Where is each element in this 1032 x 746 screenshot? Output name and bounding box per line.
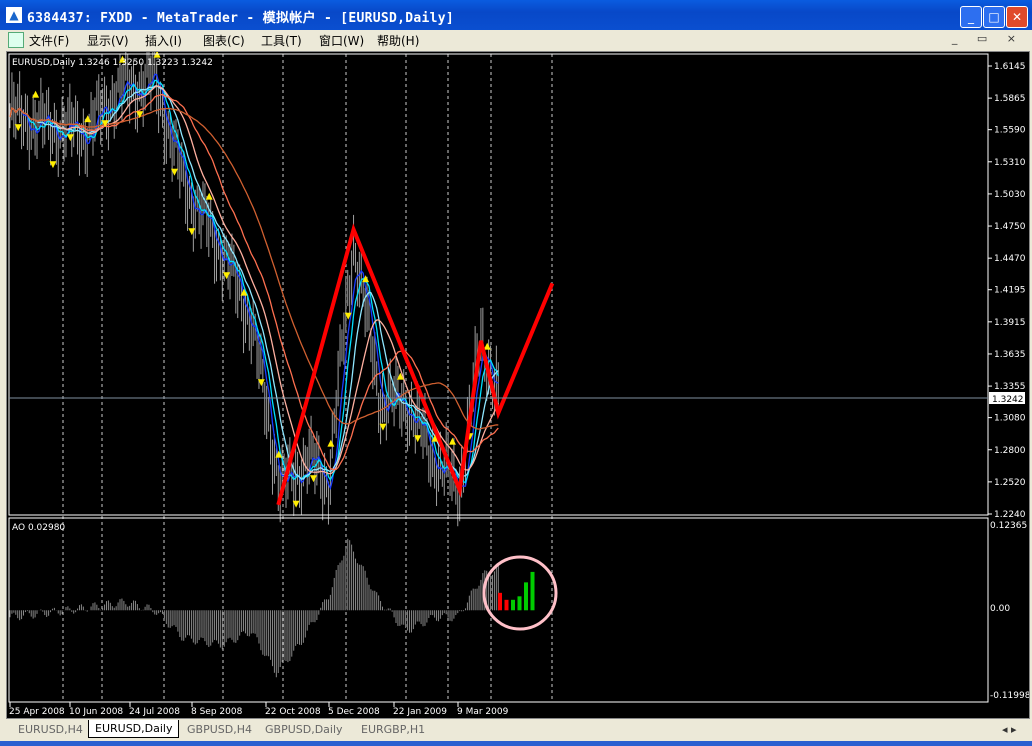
maximize-button[interactable]: □ <box>983 6 1005 28</box>
fractal-arrow-icon: ▼ <box>258 378 265 388</box>
price-tick-label: 1.2520 <box>994 478 1026 488</box>
fractal-arrow-icon: ▲ <box>275 449 282 459</box>
mdi-window-controls[interactable]: _ ▭ × <box>952 32 1024 45</box>
price-tick-label: 1.5865 <box>994 94 1026 104</box>
price-tick-label: 1.2800 <box>994 446 1026 456</box>
price-tick-label: 1.3635 <box>994 350 1026 360</box>
chart-window[interactable]: ▼ ▲ ▼ ▼ ▲ ▼ ▲ ▼ ▲ ▼ ▼ ▲ ▼ ▲ ▼ ▲ ▼ ▼ ▲ ▼ ▲ ▼ ▲ ▼ ▲ ▲ ▼ ▲ EURUSD,Dail… <box>6 42 1031 719</box>
ao-header: AO 0.02980 <box>12 523 65 533</box>
fractal-arrow-icon: ▲ <box>449 436 456 446</box>
ao-tick-label: -0.11998 <box>990 691 1029 701</box>
zigzag-line <box>276 223 555 506</box>
date-tick-label: 9 Mar 2009 <box>457 707 509 717</box>
fractal-arrow-icon: ▼ <box>223 271 230 281</box>
fractal-arrow-icon: ▲ <box>327 439 334 449</box>
chart-header: EURUSD,Daily 1.3246 1.3250 1.3223 1.3242 <box>12 58 213 68</box>
date-tick-label: 10 Jun 2008 <box>69 707 123 717</box>
menu-help[interactable]: 帮助(H) <box>377 32 419 49</box>
price-tick-label: 1.4195 <box>994 286 1026 296</box>
date-tick-label: 24 Jul 2008 <box>129 707 180 717</box>
fractal-arrow-icon: ▼ <box>310 474 317 484</box>
moving-average-line <box>9 106 499 430</box>
price-tick-label: 1.3915 <box>994 318 1026 328</box>
menu-file[interactable]: 文件(F) <box>29 32 69 49</box>
price-tick-label: 1.2240 <box>994 510 1026 520</box>
tab-gbpusd-daily[interactable]: GBPUSD,Daily <box>259 721 349 738</box>
menu-charts[interactable]: 图表(C) <box>203 32 245 49</box>
ao-highlight-bar <box>517 596 522 611</box>
fractal-arrow-icon: ▼ <box>171 167 178 177</box>
price-tick-label: 1.4470 <box>994 254 1026 264</box>
ao-tick-label: 0.00 <box>990 604 1010 614</box>
fractal-arrow-icon: ▼ <box>345 312 352 322</box>
title-bar: ▲ 6384437: FXDD - MetaTrader - 模拟帐户 - [E… <box>0 0 1032 30</box>
fractal-arrow-icon: ▼ <box>379 422 386 432</box>
date-tick-label: 22 Jan 2009 <box>393 707 447 717</box>
fractal-arrow-icon: ▼ <box>49 160 56 170</box>
chart-window-icon[interactable] <box>8 32 24 48</box>
price-tick-label: 1.3080 <box>994 414 1026 424</box>
fractal-arrow-icon: ▼ <box>293 499 300 509</box>
fractal-arrow-icon: ▼ <box>67 133 74 143</box>
fractal-arrow-icon: ▲ <box>32 89 39 99</box>
fractal-arrow-icon: ▼ <box>414 434 421 444</box>
date-tick-label: 25 Apr 2008 <box>9 707 65 717</box>
tab-eurgbp-h1[interactable]: EURGBP,H1 <box>355 721 431 738</box>
menu-insert[interactable]: 插入(I) <box>145 32 182 49</box>
minimize-button[interactable]: _ <box>960 6 982 28</box>
close-button[interactable]: ✕ <box>1006 6 1028 28</box>
price-tick-label: 1.5310 <box>994 158 1026 168</box>
metatrader-logo-icon: ▲ <box>6 7 22 23</box>
price-chart[interactable]: ▼▲▼▼▲ ▼▲▼▲▼▼▲▼▲▼▲▼▼▲▼▲▼▲▼ ▲ ▲ ▼▲ EURUSD,Dail… <box>7 42 1031 718</box>
ao-tick-label: 0.12365 <box>990 521 1027 531</box>
menu-tools[interactable]: 工具(T) <box>261 32 302 49</box>
fractal-arrow-icon: ▼ <box>102 119 109 129</box>
taskbar-strip <box>0 741 1032 746</box>
menu-bar: 文件(F) 显示(V) 插入(I) 图表(C) 工具(T) 窗口(W) 帮助(H… <box>0 30 1032 50</box>
chart-tabs: EURUSD,H4 EURUSD,Daily GBPUSD,H4 GBPUSD,… <box>6 720 1028 740</box>
date-tick-label: 22 Oct 2008 <box>265 707 321 717</box>
current-price-label: 1.3242 <box>992 395 1024 405</box>
price-tick-label: 1.4750 <box>994 222 1026 232</box>
ao-highlight-bar <box>530 571 535 611</box>
price-tick-label: 1.5590 <box>994 126 1026 136</box>
fractal-arrow-icon: ▲ <box>362 274 369 284</box>
ao-highlight-bar <box>498 592 502 611</box>
fractal-arrow-icon: ▲ <box>241 287 248 297</box>
fractal-arrow-icon: ▼ <box>15 123 22 133</box>
main-panel-border <box>8 53 989 516</box>
ao-highlight-bar <box>524 582 528 611</box>
menu-window[interactable]: 窗口(W) <box>319 32 364 49</box>
fractal-arrow-icon: ▲ <box>206 191 213 201</box>
fractal-arrow-icon: ▲ <box>84 114 91 124</box>
tab-scroll-arrows[interactable]: ◂ ▸ <box>996 721 1023 738</box>
ao-highlight-bar <box>511 599 515 611</box>
fractal-arrow-icon: ▲ <box>397 371 404 381</box>
ao-highlight-bar <box>504 599 509 611</box>
fractal-arrow-icon: ▼ <box>188 227 195 237</box>
tab-eurusd-daily[interactable]: EURUSD,Daily <box>88 720 180 738</box>
menu-view[interactable]: 显示(V) <box>87 32 129 49</box>
price-tick-label: 1.6145 <box>994 62 1026 72</box>
window-title: 6384437: FXDD - MetaTrader - 模拟帐户 - [EUR… <box>27 11 455 26</box>
date-tick-label: 8 Sep 2008 <box>191 707 243 717</box>
tab-eurusd-h4[interactable]: EURUSD,H4 <box>12 721 89 738</box>
price-tick-label: 1.5030 <box>994 190 1026 200</box>
price-tick-label: 1.3355 <box>994 382 1026 392</box>
date-tick-label: 5 Dec 2008 <box>328 707 380 717</box>
fractal-arrow-icon: ▼ <box>136 110 143 120</box>
tab-gbpusd-h4[interactable]: GBPUSD,H4 <box>181 721 258 738</box>
